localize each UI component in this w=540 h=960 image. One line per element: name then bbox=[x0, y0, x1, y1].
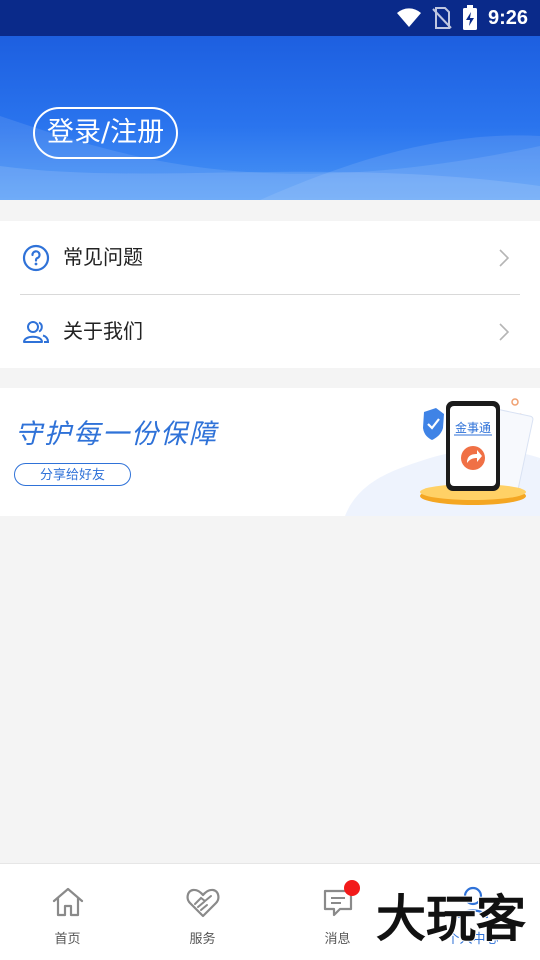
users-icon bbox=[23, 321, 50, 343]
status-icons: 9:26 bbox=[396, 0, 528, 36]
chevron-right-icon bbox=[499, 249, 510, 267]
chevron-right-icon bbox=[499, 323, 510, 341]
battery-charging-icon bbox=[462, 5, 477, 30]
wifi-icon bbox=[396, 8, 421, 27]
home-icon bbox=[52, 887, 83, 917]
menu-item-label: 关于我们 bbox=[63, 319, 143, 343]
watermark-logo: 大玩客 bbox=[375, 888, 527, 949]
banner-title: 守护每一份保障 bbox=[15, 419, 218, 450]
phone-brand-label: 金事通 bbox=[455, 420, 491, 435]
svg-text:大玩客: 大玩客 bbox=[376, 889, 526, 948]
profile-header: 登录/注册 bbox=[0, 36, 540, 200]
menu-item-about-us[interactable]: 关于我们 bbox=[0, 295, 540, 368]
status-bar: 9:26 bbox=[0, 0, 540, 36]
menu-list: 常见问题 关于我们 bbox=[0, 221, 540, 368]
login-register-button[interactable]: 登录/注册 bbox=[33, 107, 179, 159]
tab-service[interactable]: 服务 bbox=[135, 864, 270, 960]
unread-badge bbox=[344, 880, 360, 896]
menu-item-faq[interactable]: 常见问题 bbox=[0, 221, 540, 294]
handshake-heart-icon bbox=[186, 888, 219, 918]
tab-label: 服务 bbox=[189, 932, 216, 947]
no-sim-icon bbox=[432, 7, 452, 29]
tab-label: 首页 bbox=[54, 932, 81, 947]
status-time: 9:26 bbox=[487, 6, 528, 29]
phone-illustration: 金事通 bbox=[345, 398, 540, 516]
share-to-friends-button[interactable]: 分享给好友 bbox=[14, 463, 131, 486]
share-banner[interactable]: 守护每一份保障 分享给好友 金事通 bbox=[0, 388, 540, 516]
menu-item-label: 常见问题 bbox=[63, 245, 143, 269]
tab-home[interactable]: 首页 bbox=[0, 864, 135, 960]
question-circle-icon bbox=[22, 244, 50, 272]
